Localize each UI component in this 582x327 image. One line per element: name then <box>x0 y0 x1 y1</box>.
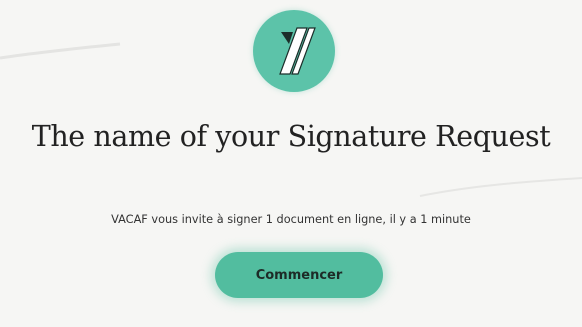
brand-logo <box>253 10 335 92</box>
invitation-text: VACAF vous invite à signer 1 document en… <box>111 213 471 226</box>
start-button[interactable]: Commencer <box>215 252 383 298</box>
signature-request-card: The name of your Signature Request VACAF… <box>0 0 582 327</box>
page-title: The name of your Signature Request <box>31 120 551 153</box>
yousign-logo-icon <box>279 27 316 75</box>
